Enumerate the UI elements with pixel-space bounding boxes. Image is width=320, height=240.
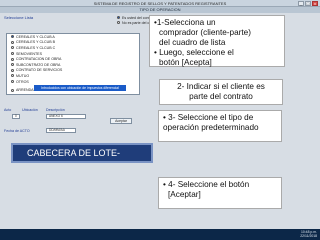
radio-icon	[11, 88, 14, 92]
maximize-button[interactable]: □	[305, 1, 311, 6]
info-banner: Introducidos con ubicación de impuestos …	[34, 85, 126, 91]
taskbar: 10:48 p.m. 22/11/2018	[0, 229, 320, 240]
acto-field[interactable]: 0	[12, 114, 20, 119]
callout-step-2: 2- Indicar si el cliente es parte del co…	[159, 79, 283, 105]
list-item[interactable]: OTROS	[7, 79, 139, 85]
fecha-acto-label: Fecha de ACTO	[4, 129, 30, 133]
radio-icon	[11, 35, 14, 39]
aceptar-button[interactable]: Aceptar	[110, 118, 132, 124]
radio-icon	[117, 21, 120, 24]
callout-step-4: • 4- Seleccione el botón [Aceptar]	[158, 177, 282, 209]
window-controls: _ □ x	[298, 1, 318, 6]
window-title: SISTEMA DE REGISTRO DE SELLOS Y PATENTAD…	[93, 1, 227, 6]
descripcion-field[interactable]: ANEXO 6	[46, 114, 86, 119]
radio-icon	[11, 57, 14, 61]
system-tray-clock[interactable]: 10:48 p.m. 22/11/2018	[300, 230, 317, 238]
radio-icon	[11, 63, 14, 67]
close-button[interactable]: x	[312, 1, 318, 6]
callout-step-3: • 3- Seleccione el tipo de operación pre…	[158, 110, 282, 142]
window-titlebar: SISTEMA DE REGISTRO DE SELLOS Y PATENTAD…	[0, 0, 320, 7]
radio-icon	[117, 16, 120, 19]
radio-icon	[11, 40, 14, 44]
form-title: TIPO DE OPERACION	[0, 7, 320, 13]
radio-icon	[11, 68, 14, 72]
minimize-button[interactable]: _	[298, 1, 304, 6]
acto-label: Acto	[4, 108, 12, 112]
cabecera-de-lote-banner: CABECERA DE LOTE-	[11, 143, 153, 163]
descripcion-label: Descripción	[46, 108, 65, 112]
ubicacion-label: Ubicación	[22, 108, 38, 112]
callout-step-1: •1-Selecciona un comprador (cliente-part…	[149, 15, 285, 67]
radio-icon	[11, 46, 14, 50]
fecha-acto-field[interactable]: DD/MM/AA	[46, 128, 76, 133]
radio-icon	[11, 80, 14, 84]
radio-icon	[11, 74, 14, 78]
radio-icon	[11, 52, 14, 56]
panel-label: Seleccione Lista	[4, 15, 34, 20]
